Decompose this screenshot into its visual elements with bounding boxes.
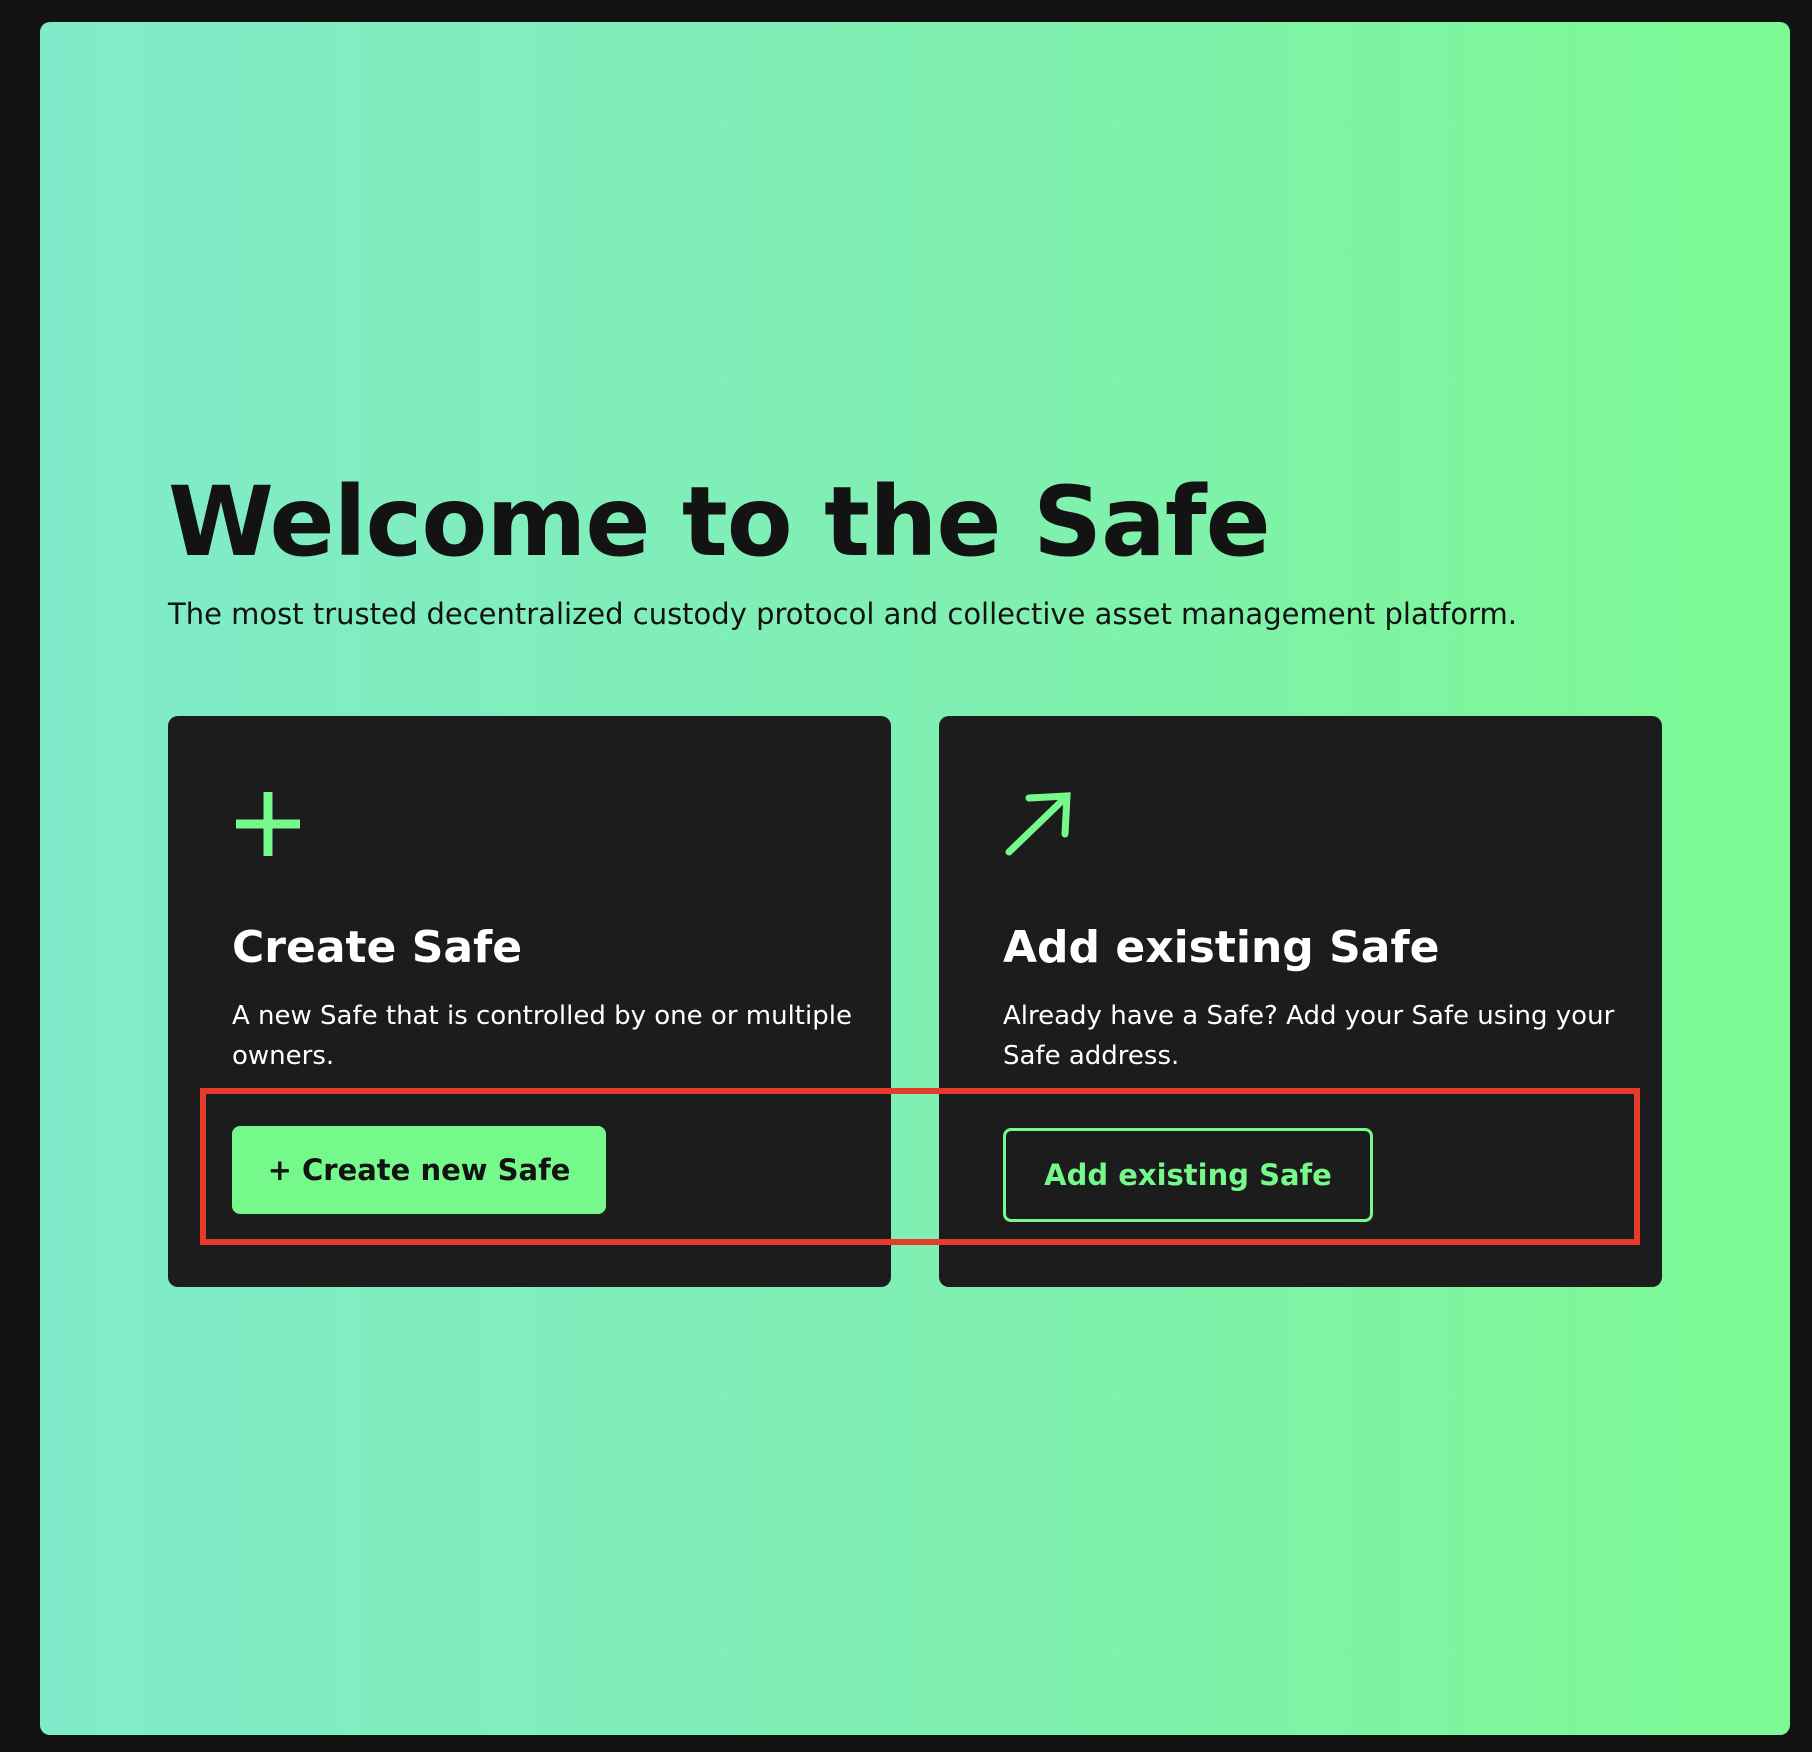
page-title: Welcome to the Safe [168,466,1271,578]
arrow-up-right-icon [1005,792,1071,856]
add-existing-safe-description: Already have a Safe? Add your Safe using… [1003,1001,1615,1071]
create-safe-description: A new Safe that is controlled by one or … [232,1001,852,1071]
add-existing-safe-card: Add existing Safe Already have a Safe? A… [939,716,1662,1287]
add-existing-safe-title: Add existing Safe [1003,922,1440,973]
create-safe-card: Create Safe A new Safe that is controlle… [168,716,891,1287]
add-existing-safe-button[interactable]: Add existing Safe [1003,1128,1373,1222]
page-subtitle: The most trusted decentralized custody p… [168,597,1517,631]
create-new-safe-button[interactable]: + Create new Safe [232,1126,606,1214]
create-safe-title: Create Safe [232,922,523,973]
plus-icon [236,792,300,856]
